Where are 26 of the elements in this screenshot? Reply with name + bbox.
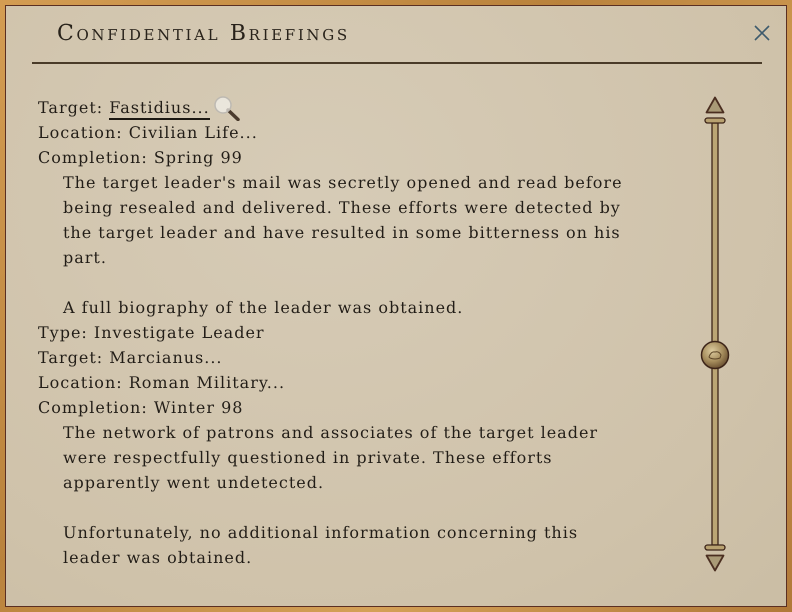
field-value: Investigate Leader	[94, 322, 265, 344]
field-label: Completion:	[38, 398, 148, 417]
field-link[interactable]: Fastidius...	[109, 97, 210, 120]
scroll-down-button[interactable]	[705, 554, 725, 572]
window-title: Confidential Briefings	[57, 20, 350, 46]
field-label: Target:	[38, 98, 104, 117]
scroll-up-button[interactable]	[705, 96, 725, 114]
field-label: Location:	[38, 123, 123, 142]
magnifier-cursor-icon	[214, 96, 240, 121]
field-value: Civilian Life...	[128, 122, 258, 144]
briefing-paragraph: The network of patrons and associates of the target leader were respectfully questioned in private. These efforts apparently went undetected.	[63, 422, 600, 494]
field-label: Location:	[38, 373, 123, 392]
briefing-paragraph: Unfortunately, no additional information concerning this leader was obtained.	[63, 522, 580, 569]
field-value: Winter 98	[154, 397, 244, 419]
field-label: Completion:	[38, 148, 148, 167]
track-end-cap	[704, 117, 726, 124]
field-value: Roman Military...	[128, 372, 286, 394]
field-value: Spring 99	[154, 147, 243, 169]
field-value: Marcianus...	[109, 347, 223, 369]
field-label: Target:	[38, 348, 104, 367]
briefing-paragraph: A full biography of the leader was obtained.	[63, 297, 464, 319]
briefing-paragraph: The target leader's mail was secretly opened and read before being resealed and delivered. These efforts were detected by the target leader and have resulted in some bitterness on his part.	[63, 172, 624, 269]
track-end-cap	[704, 544, 726, 551]
field-label: Type:	[38, 323, 88, 342]
scrollbar-thumb[interactable]	[700, 340, 730, 370]
close-button[interactable]	[754, 25, 770, 41]
